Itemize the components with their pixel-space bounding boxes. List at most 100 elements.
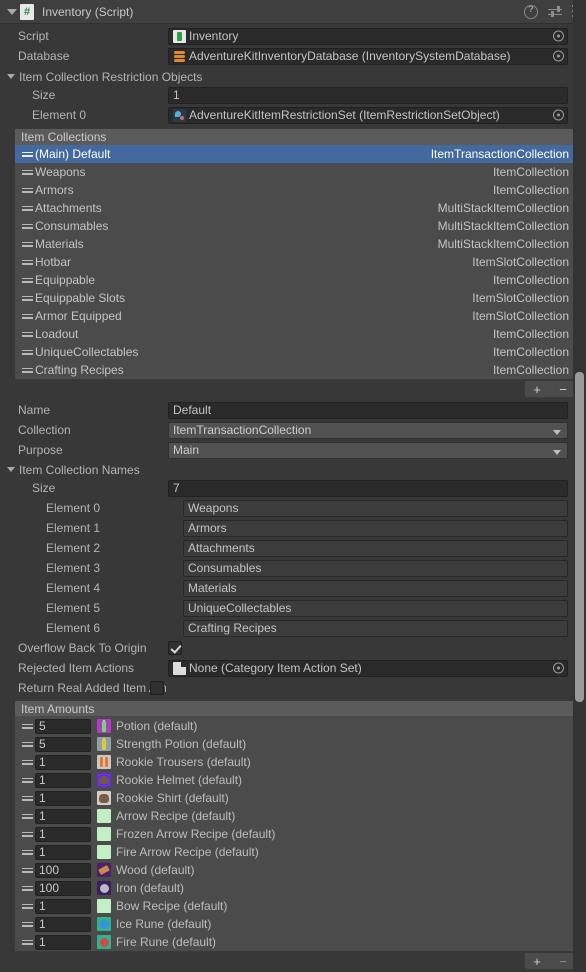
item-amount-input[interactable]: 1 (35, 808, 91, 824)
database-object-field[interactable]: AdventureKitInventoryDatabase (Inventory… (168, 47, 568, 65)
component-header[interactable]: # Inventory (Script) (0, 0, 586, 24)
names-element-input[interactable]: Materials (183, 579, 568, 597)
restriction-objects-foldout-arrow-icon[interactable] (6, 71, 17, 82)
drag-handle-icon[interactable] (21, 740, 34, 749)
script-object-field[interactable]: Inventory (168, 27, 568, 45)
item-collection-row[interactable]: Attachments MultiStackItemCollection (15, 199, 575, 217)
item-collection-row[interactable]: Weapons ItemCollection (15, 163, 575, 181)
item-amount-row[interactable]: 1 Rookie Helmet (default) (15, 771, 575, 789)
restriction-objects-foldout[interactable]: Item Collection Restriction Objects (0, 68, 586, 85)
item-collection-row[interactable]: UniqueCollectables ItemCollection (15, 343, 575, 361)
script-picker-icon[interactable] (553, 30, 564, 42)
item-amount-input[interactable]: 1 (35, 826, 91, 842)
names-element-input[interactable]: Consumables (183, 559, 568, 577)
drag-handle-icon[interactable] (21, 920, 34, 929)
drag-handle-icon[interactable] (21, 776, 34, 785)
item-amounts-add-button[interactable]: + (529, 955, 545, 968)
item-amount-row[interactable]: 1 Ice Rune (default) (15, 915, 575, 933)
item-amount-row[interactable]: 1 Frozen Arrow Recipe (default) (15, 825, 575, 843)
preset-icon[interactable] (548, 5, 562, 19)
inspector-scrollbar-thumb[interactable] (575, 372, 584, 702)
drag-handle-icon[interactable] (21, 330, 34, 339)
item-collections-remove-button[interactable]: − (555, 383, 571, 396)
component-foldout-arrow-icon[interactable] (6, 6, 18, 18)
drag-handle-icon[interactable] (21, 294, 34, 303)
names-element-input[interactable]: Weapons (183, 499, 568, 517)
drag-handle-icon[interactable] (21, 794, 34, 803)
item-amount-row[interactable]: 1 Fire Rune (default) (15, 933, 575, 951)
names-element-input[interactable]: Armors (183, 519, 568, 537)
item-amounts-remove-button[interactable]: − (555, 955, 571, 968)
item-amount-input[interactable]: 1 (35, 754, 91, 770)
rejected-actions-picker-icon[interactable] (553, 662, 564, 674)
names-element-input[interactable]: Crafting Recipes (183, 619, 568, 637)
item-collection-row[interactable]: Consumables MultiStackItemCollection (15, 217, 575, 235)
drag-handle-icon[interactable] (21, 222, 34, 231)
drag-handle-icon[interactable] (21, 186, 34, 195)
item-amount-row[interactable]: 1 Bow Recipe (default) (15, 897, 575, 915)
drag-handle-icon[interactable] (21, 366, 34, 375)
item-collection-row[interactable]: Equippable ItemCollection (15, 271, 575, 289)
drag-handle-icon[interactable] (21, 204, 34, 213)
item-amount-input[interactable]: 1 (35, 934, 91, 950)
item-amount-input[interactable]: 100 (35, 880, 91, 896)
names-element-input[interactable]: Attachments (183, 539, 568, 557)
restriction-element-0-object-field[interactable]: AdventureKitItemRestrictionSet (ItemRest… (168, 106, 568, 124)
name-input[interactable]: Default (168, 401, 568, 419)
item-collection-row[interactable]: Armor Equipped ItemSlotCollection (15, 307, 575, 325)
drag-handle-icon[interactable] (21, 866, 34, 875)
drag-handle-icon[interactable] (21, 348, 34, 357)
item-collection-row[interactable]: Hotbar ItemSlotCollection (15, 253, 575, 271)
item-collection-row[interactable]: (Main) Default ItemTransactionCollection (15, 145, 575, 163)
item-amount-input[interactable]: 1 (35, 916, 91, 932)
rejected-actions-object-field[interactable]: None (Category Item Action Set) (168, 659, 568, 677)
return-real-checkbox[interactable] (150, 681, 164, 695)
restriction-size-input[interactable]: 1 (168, 86, 568, 104)
database-picker-icon[interactable] (553, 50, 564, 62)
item-amount-row[interactable]: 1 Fire Arrow Recipe (default) (15, 843, 575, 861)
inspector-scrollbar[interactable] (573, 0, 586, 972)
drag-handle-icon[interactable] (21, 258, 34, 267)
drag-handle-icon[interactable] (21, 884, 34, 893)
item-collection-row[interactable]: Loadout ItemCollection (15, 325, 575, 343)
item-amount-input[interactable]: 5 (35, 718, 91, 734)
item-amount-row[interactable]: 5 Potion (default) (15, 717, 575, 735)
drag-handle-icon[interactable] (21, 312, 34, 321)
drag-handle-icon[interactable] (21, 722, 34, 731)
item-collection-names-foldout-arrow-icon[interactable] (6, 464, 17, 475)
purpose-dropdown[interactable]: Main (168, 441, 568, 459)
item-amount-input[interactable]: 1 (35, 898, 91, 914)
item-amount-input[interactable]: 1 (35, 844, 91, 860)
item-amount-row[interactable]: 1 Rookie Shirt (default) (15, 789, 575, 807)
item-amount-input[interactable]: 1 (35, 772, 91, 788)
drag-handle-icon[interactable] (21, 150, 34, 159)
drag-handle-icon[interactable] (21, 240, 34, 249)
item-collection-row[interactable]: Equippable Slots ItemSlotCollection (15, 289, 575, 307)
item-collection-row[interactable]: Armors ItemCollection (15, 181, 575, 199)
item-amount-row[interactable]: 1 Arrow Recipe (default) (15, 807, 575, 825)
item-collection-row[interactable]: Materials MultiStackItemCollection (15, 235, 575, 253)
collection-dropdown[interactable]: ItemTransactionCollection (168, 421, 568, 439)
drag-handle-icon[interactable] (21, 902, 34, 911)
item-amount-row[interactable]: 1 Rookie Trousers (default) (15, 753, 575, 771)
item-collections-add-button[interactable]: + (529, 383, 545, 396)
drag-handle-icon[interactable] (21, 168, 34, 177)
drag-handle-icon[interactable] (21, 830, 34, 839)
item-amount-row[interactable]: 100 Wood (default) (15, 861, 575, 879)
item-collection-names-foldout[interactable]: Item Collection Names (0, 461, 586, 478)
names-element-input[interactable]: UniqueCollectables (183, 599, 568, 617)
drag-handle-icon[interactable] (21, 758, 34, 767)
restriction-element-0-picker-icon[interactable] (553, 109, 564, 121)
item-collection-row[interactable]: Crafting Recipes ItemCollection (15, 361, 575, 379)
item-amount-input[interactable]: 5 (35, 736, 91, 752)
item-amount-input[interactable]: 100 (35, 862, 91, 878)
item-amount-row[interactable]: 100 Iron (default) (15, 879, 575, 897)
drag-handle-icon[interactable] (21, 938, 34, 947)
drag-handle-icon[interactable] (21, 848, 34, 857)
names-size-input[interactable]: 7 (168, 479, 568, 497)
drag-handle-icon[interactable] (21, 276, 34, 285)
item-amount-row[interactable]: 5 Strength Potion (default) (15, 735, 575, 753)
overflow-checkbox[interactable] (168, 641, 182, 655)
drag-handle-icon[interactable] (21, 812, 34, 821)
help-icon[interactable] (524, 4, 538, 19)
